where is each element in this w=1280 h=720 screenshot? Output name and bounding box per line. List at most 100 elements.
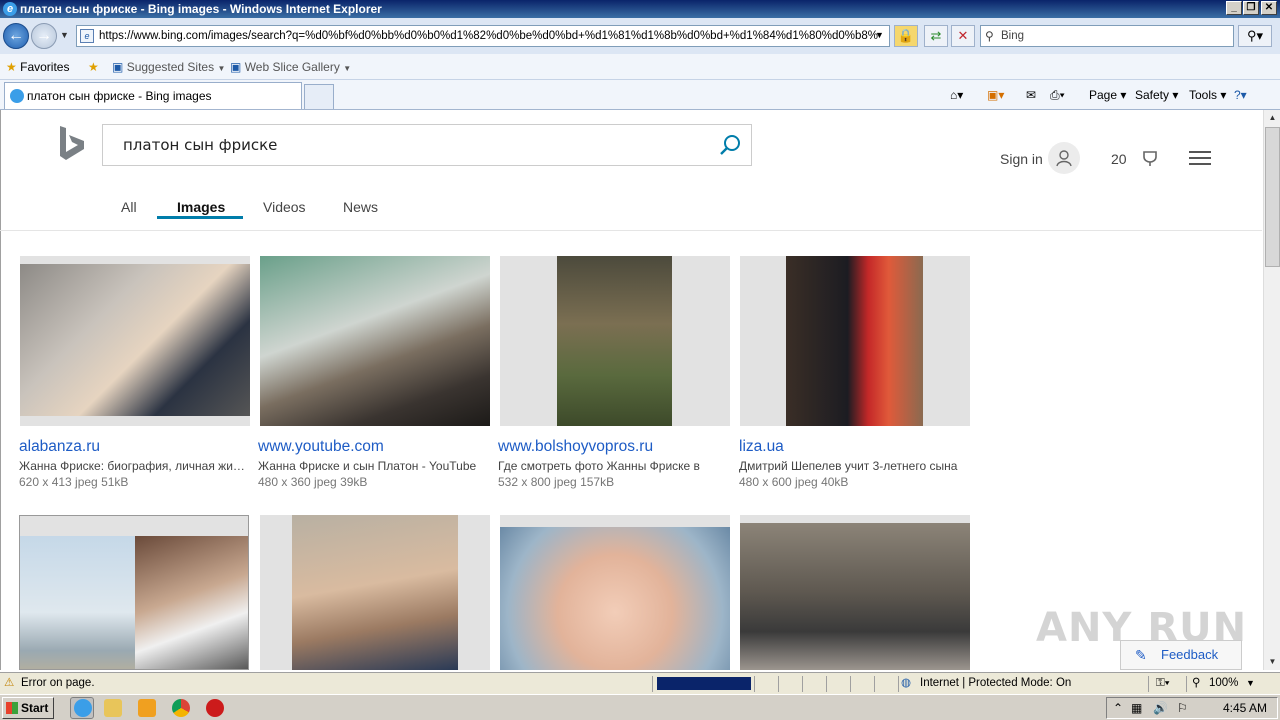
media-player-icon[interactable] (138, 699, 156, 717)
read-mail-button[interactable]: ✉ (1026, 80, 1036, 110)
safety-menu[interactable]: Safety ▾ (1135, 80, 1178, 110)
explorer-folder-icon[interactable] (104, 699, 122, 717)
tab-active[interactable]: платон сын фриске - Bing images (4, 82, 302, 109)
recent-pages-dropdown-icon[interactable]: ▼ (60, 30, 69, 40)
result-caption[interactable]: Жанна Фриске: биография, личная жизнь (19, 459, 249, 473)
security-zone[interactable]: Internet | Protected Mode: On (920, 673, 1071, 694)
security-lock-button[interactable]: 🔒 (894, 25, 918, 47)
tab-all[interactable]: All (121, 199, 137, 215)
image-result-thumbnail[interactable] (20, 256, 250, 426)
search-input[interactable]: ⚲ Bing (980, 25, 1234, 47)
rss-icon: ▣▾ (987, 88, 1005, 102)
result-domain-link[interactable]: www.youtube.com (258, 438, 384, 456)
image-result-thumbnail[interactable] (740, 256, 970, 426)
refresh-button[interactable]: ⇄ (924, 25, 948, 47)
hamburger-menu-icon[interactable] (1189, 150, 1211, 166)
image-result-thumbnail[interactable] (500, 515, 730, 670)
result-domain-link[interactable]: www.bolshoyvopros.ru (498, 438, 653, 456)
feedback-icon: ✎ (1135, 647, 1147, 663)
navigation-bar: ← → ▼ e https://www.bing.com/images/sear… (0, 18, 1280, 54)
rewards-count[interactable]: 20 (1111, 151, 1127, 167)
page-menu[interactable]: Page ▾ (1089, 80, 1126, 110)
feeds-button[interactable]: ▣▾ (987, 80, 1004, 110)
clock[interactable]: 4:45 AM (1223, 698, 1267, 718)
globe-icon: ◍ (901, 677, 912, 689)
search-icon[interactable] (719, 134, 741, 156)
lock-icon: 🔒 (897, 28, 915, 43)
result-caption[interactable]: Где смотреть фото Жанны Фриске в (498, 459, 728, 473)
print-button[interactable]: ⎙▾ (1050, 80, 1065, 110)
refresh-icon: ⇄ (930, 28, 942, 43)
result-meta: 480 x 600 jpeg 40kB (739, 475, 849, 489)
tab-images[interactable]: Images (177, 199, 225, 215)
home-button[interactable]: ⌂▾ (950, 80, 963, 110)
opera-icon[interactable] (206, 699, 224, 717)
image-result-thumbnail[interactable] (500, 256, 730, 426)
protected-mode-icon[interactable]: ⚿▾ (1156, 673, 1170, 694)
zoom-dropdown-icon[interactable]: ▼ (1246, 673, 1255, 694)
home-icon: ⌂▾ (950, 88, 964, 102)
sign-in-link[interactable]: Sign in (1000, 151, 1043, 167)
dropdown-icon: ▼ (217, 64, 226, 73)
suggested-sites-link[interactable]: ▣ Suggested Sites ▼ (112, 54, 225, 82)
network-icon[interactable]: ▦ (1131, 698, 1142, 718)
start-button[interactable]: Start (2, 697, 54, 719)
window-title-bar: e платон сын фриске - Bing images - Wind… (0, 0, 1280, 18)
help-button[interactable]: ?▾ (1234, 80, 1247, 110)
action-center-flag-icon[interactable]: ⚐ (1177, 698, 1188, 718)
result-meta: 480 x 360 jpeg 39kB (258, 475, 368, 489)
back-button[interactable]: ← (3, 23, 29, 49)
restore-button[interactable]: ❐ (1243, 1, 1259, 15)
close-window-button[interactable]: ✕ (1261, 1, 1277, 15)
volume-icon[interactable]: 🔊 (1153, 698, 1168, 718)
image-result-thumbnail[interactable] (740, 515, 970, 670)
stop-button[interactable]: ✕ (951, 25, 975, 47)
image-result-thumbnail[interactable] (260, 256, 490, 426)
result-domain-link[interactable]: alabanza.ru (19, 438, 100, 456)
help-icon: ?▾ (1234, 88, 1247, 102)
tab-videos[interactable]: Videos (263, 199, 306, 215)
scroll-down-icon[interactable]: ▼ (1265, 654, 1280, 670)
bing-search-box[interactable]: платон сын фриске (102, 124, 752, 166)
suggested-sites-label: Suggested Sites (126, 60, 215, 74)
vertical-scrollbar[interactable]: ▲ ▼ (1263, 110, 1280, 670)
address-dropdown-icon[interactable]: ▼ (875, 30, 884, 40)
start-label: Start (21, 701, 49, 715)
zoom-level[interactable]: 100% (1209, 673, 1238, 694)
feedback-button[interactable]: ✎ Feedback (1120, 640, 1242, 670)
tools-menu[interactable]: Tools ▾ (1189, 80, 1226, 110)
warning-icon[interactable]: ⚠ (4, 673, 14, 694)
image-result-thumbnail[interactable] (19, 515, 249, 670)
ie-tab-icon (10, 89, 24, 103)
add-favorites-icon[interactable]: ★ (88, 54, 99, 80)
web-slice-gallery-link[interactable]: ▣ Web Slice Gallery ▼ (230, 54, 351, 82)
new-tab-button[interactable] (304, 84, 334, 109)
result-caption[interactable]: Жанна Фриске и сын Платон - YouTube (258, 459, 488, 473)
image-result-thumbnail[interactable] (260, 515, 490, 670)
dropdown-icon: ▼ (343, 64, 352, 73)
result-domain-link[interactable]: liza.ua (739, 438, 784, 456)
bing-logo-icon[interactable] (58, 126, 86, 162)
scroll-up-icon[interactable]: ▲ (1265, 110, 1280, 126)
status-separator (826, 676, 827, 692)
search-go-button[interactable]: ⚲▾ (1238, 25, 1272, 47)
mail-icon: ✉ (1026, 88, 1037, 102)
user-avatar-icon[interactable] (1048, 142, 1080, 174)
scrollbar-thumb[interactable] (1265, 127, 1280, 267)
chrome-icon[interactable] (172, 699, 190, 717)
rewards-trophy-icon[interactable] (1141, 150, 1159, 168)
result-caption[interactable]: Дмитрий Шепелев учит 3-летнего сына (739, 459, 969, 473)
ie-logo-icon: e (3, 2, 17, 16)
tray-expand-icon[interactable]: ⌃ (1113, 698, 1123, 718)
status-message[interactable]: Error on page. (21, 673, 95, 694)
favorites-button[interactable]: ★ Favorites (6, 54, 69, 80)
forward-button[interactable]: → (31, 23, 57, 49)
address-field[interactable]: e https://www.bing.com/images/search?q=%… (76, 25, 890, 47)
header-divider (0, 230, 1262, 231)
minimize-button[interactable]: _ (1226, 1, 1242, 15)
feedback-label: Feedback (1161, 647, 1219, 662)
status-separator (802, 676, 803, 692)
tab-news[interactable]: News (343, 199, 378, 215)
stop-icon: ✕ (957, 28, 969, 43)
active-tab-indicator (157, 216, 243, 219)
